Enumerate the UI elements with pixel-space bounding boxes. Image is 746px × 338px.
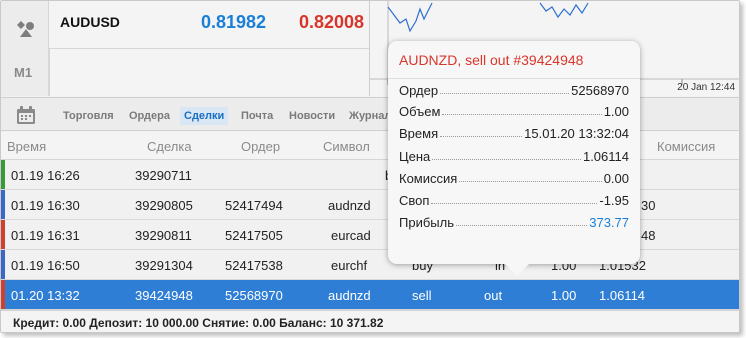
- price-line: [539, 2, 589, 19]
- trade-window: M1 AUDUSD 0.81982 0.82008 20 Jan 12:44 Т…: [0, 0, 740, 333]
- detail-value: 15.01.20 13:32:04: [524, 126, 629, 141]
- tab-mail[interactable]: Почта: [237, 107, 277, 125]
- tab-trade[interactable]: Торговля: [59, 107, 118, 125]
- tool-column: M1: [1, 1, 49, 96]
- account-summary-text: Кредит: 0.00 Депозит: 10 000.00 Снятие: …: [13, 316, 384, 330]
- cell-order: 52417505: [225, 228, 283, 243]
- bid-price: 0.81982: [201, 12, 267, 32]
- chart-date-label: 20 Jan 12:44: [677, 82, 735, 93]
- calendar-icon[interactable]: [16, 106, 36, 125]
- detail-row-price: Цена 1.06114: [399, 146, 629, 164]
- ask-price: 0.82008: [299, 12, 365, 32]
- dot-leader: [431, 203, 598, 204]
- cell-deal: 39290805: [135, 198, 193, 213]
- detail-label: Прибыль: [399, 215, 454, 230]
- cell-deal: 39424948: [135, 288, 193, 303]
- cell-symbol: eurchf: [331, 258, 368, 273]
- cell-order: 52417538: [225, 258, 283, 273]
- divider: [388, 78, 640, 79]
- cell-price: 48: [641, 228, 656, 243]
- cell-volume: 1.00: [551, 288, 577, 303]
- cell-time: 01.19 16:26: [11, 168, 80, 183]
- profit-value: 373.77: [589, 215, 629, 230]
- quote-panel: AUDUSD 0.81982 0.82008: [49, 1, 369, 96]
- cell-type: sell: [412, 288, 432, 303]
- price-line: [387, 2, 433, 33]
- detail-label: Объем: [399, 104, 441, 119]
- dot-leader: [440, 136, 523, 137]
- quote-symbol: AUDUSD: [60, 14, 120, 30]
- table-row-selected[interactable]: 01.20 13:32 39424948 52568970 audnzd sel…: [1, 280, 739, 310]
- detail-value: -1.95: [599, 193, 629, 208]
- quote-row[interactable]: AUDUSD 0.81982 0.82008: [49, 1, 369, 49]
- cell-symbol: audnzd: [328, 288, 371, 303]
- tab-deals[interactable]: Сделки: [180, 107, 229, 125]
- detail-row-order: Ордер 52568970: [399, 80, 629, 98]
- popup-title: AUDNZD, sell out #39424948: [399, 52, 584, 68]
- detail-label: Ордер: [399, 83, 439, 98]
- cell-symbol: audnzd: [328, 198, 371, 213]
- cell-direction: out: [484, 288, 503, 303]
- cell-time: 01.19 16:31: [11, 228, 80, 243]
- detail-row-commission: Комиссия 0.00: [399, 168, 629, 186]
- popup-pointer: [505, 264, 529, 276]
- dot-leader: [442, 114, 602, 115]
- cell-deal: 39290711: [135, 168, 192, 183]
- col-time[interactable]: Время: [7, 139, 46, 154]
- col-commission[interactable]: Комиссия: [657, 139, 715, 154]
- dot-leader: [432, 159, 581, 160]
- row-side-marker: [1, 280, 5, 309]
- detail-row-volume: Объем 1.00: [399, 101, 629, 119]
- cell-deal: 39291304: [135, 258, 193, 273]
- detail-label: Комиссия: [399, 171, 458, 186]
- dot-leader: [459, 181, 602, 182]
- detail-row-time: Время 15.01.20 13:32:04: [399, 123, 629, 141]
- detail-row-swap: Своп -1.95: [399, 190, 629, 208]
- detail-row-profit: Прибыль 373.77: [399, 212, 629, 230]
- dot-leader: [455, 225, 588, 226]
- cell-symbol: eurcad: [331, 228, 371, 243]
- row-side-marker: [1, 250, 5, 279]
- shapes-icon[interactable]: [15, 19, 37, 39]
- detail-label: Время: [399, 126, 439, 141]
- cell-order: 52568970: [225, 288, 283, 303]
- cell-time: 01.20 13:32: [11, 288, 80, 303]
- col-symbol[interactable]: Символ: [323, 139, 370, 154]
- detail-value: 0.00: [603, 171, 629, 186]
- detail-value: 1.06114: [582, 149, 629, 164]
- detail-value: 52568970: [571, 83, 629, 98]
- account-summary: Кредит: 0.00 Депозит: 10 000.00 Снятие: …: [1, 310, 739, 332]
- deal-details-popup: AUDNZD, sell out #39424948 Ордер 52568970…: [388, 41, 640, 276]
- tab-orders[interactable]: Ордера: [125, 107, 174, 125]
- row-side-marker: [1, 160, 5, 189]
- detail-label: Своп: [399, 193, 430, 208]
- cell-price: 1.06114: [599, 288, 646, 303]
- cell-order: 52417494: [225, 198, 283, 213]
- tab-news[interactable]: Новости: [285, 107, 339, 125]
- col-deal[interactable]: Сделка: [147, 139, 192, 154]
- cell-time: 01.19 16:30: [11, 198, 80, 213]
- cell-price: 30: [641, 198, 656, 213]
- col-order[interactable]: Ордер: [241, 139, 280, 154]
- row-side-marker: [1, 190, 5, 219]
- dot-leader: [440, 93, 570, 94]
- cell-deal: 39290811: [135, 228, 192, 243]
- detail-value: 1.00: [603, 104, 629, 119]
- timeframe-button[interactable]: M1: [14, 65, 32, 80]
- row-side-marker: [1, 220, 5, 249]
- cell-time: 01.19 16:50: [11, 258, 80, 273]
- divider: [49, 49, 50, 96]
- detail-label: Цена: [399, 149, 431, 164]
